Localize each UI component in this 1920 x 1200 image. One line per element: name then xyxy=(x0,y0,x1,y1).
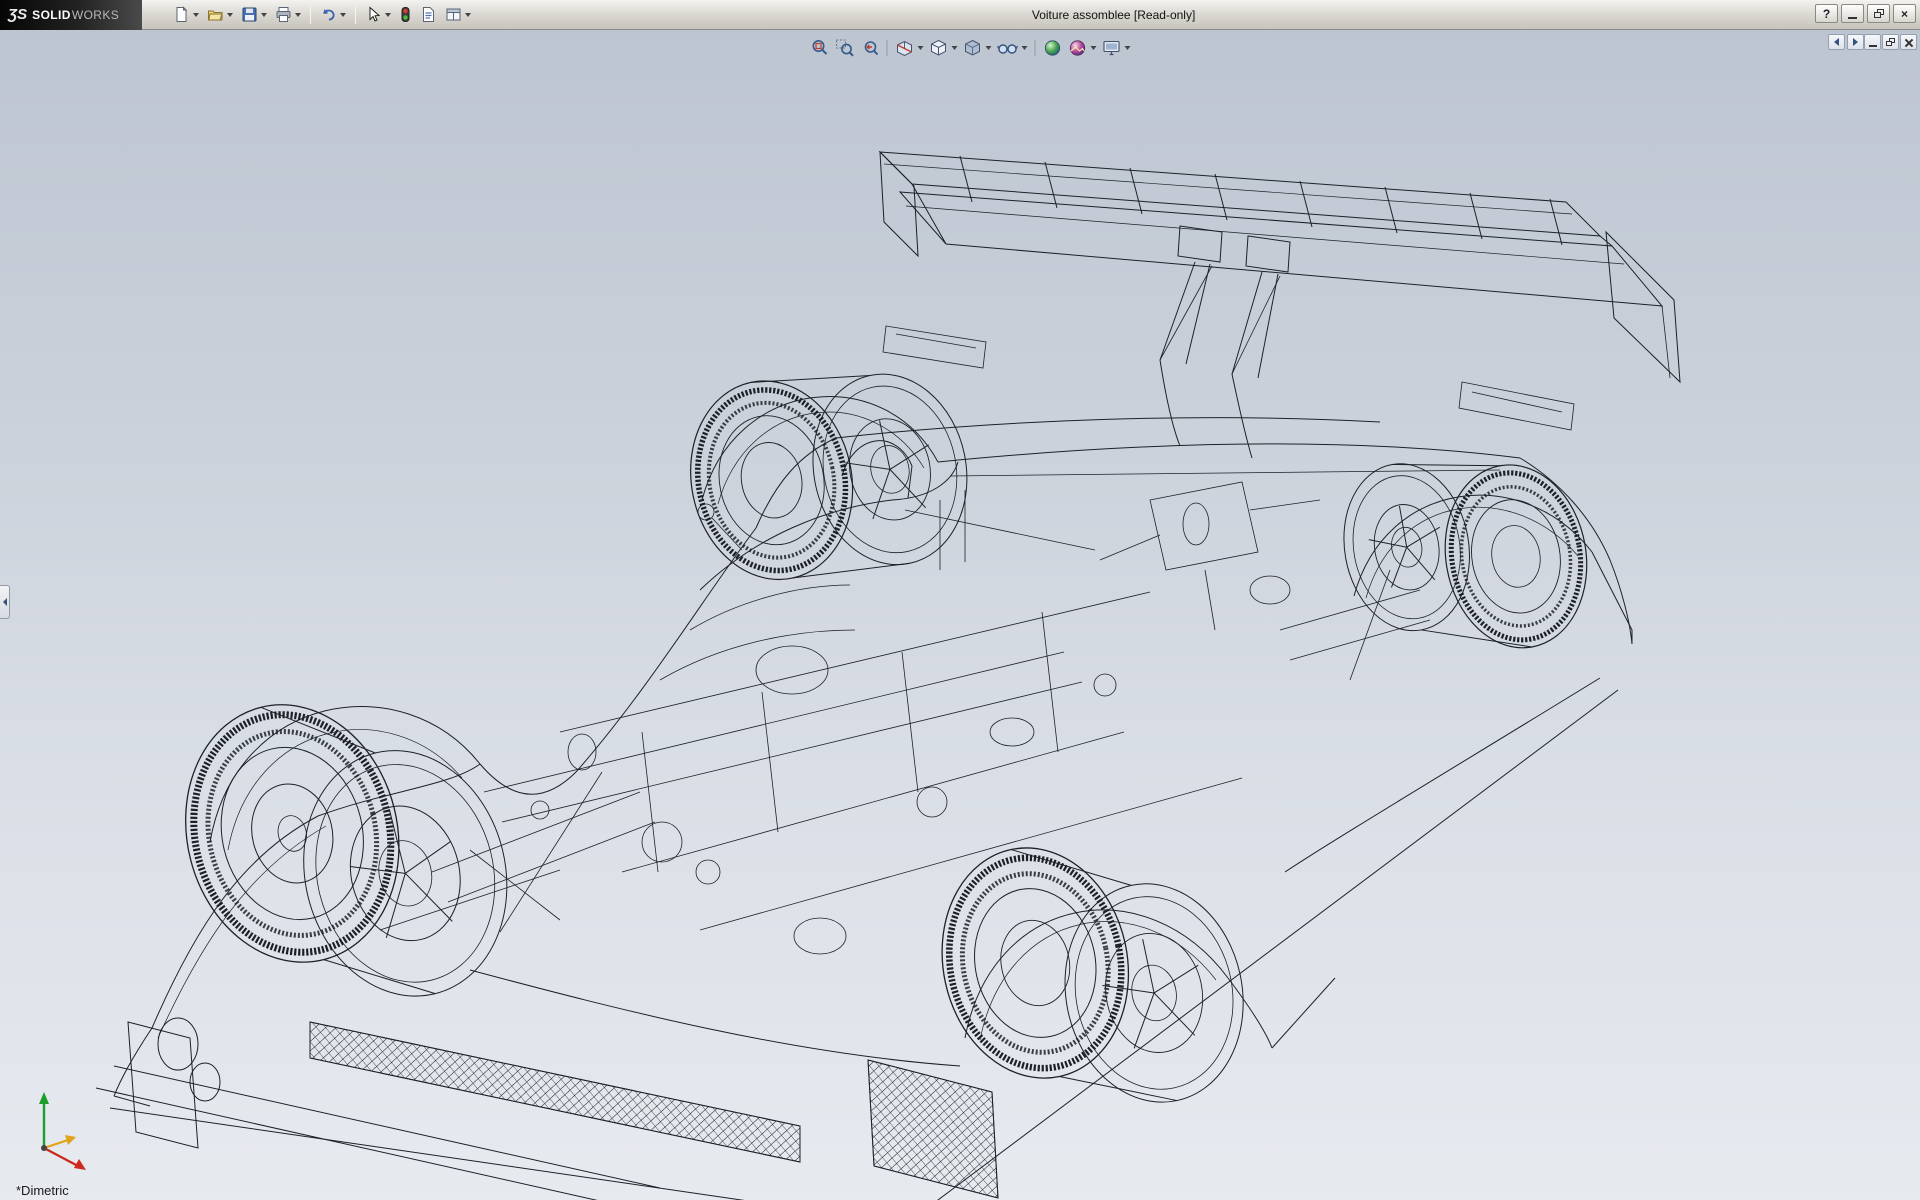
heads-up-view-toolbar xyxy=(802,35,1137,61)
zoom-to-fit-icon xyxy=(809,38,829,58)
rebuild-traffic-icon xyxy=(399,6,412,23)
dropdown-caret[interactable] xyxy=(340,13,346,17)
dropdown-caret[interactable] xyxy=(1090,46,1096,50)
graphics-area[interactable]: *Dimetric xyxy=(0,30,1920,1200)
dropdown-caret[interactable] xyxy=(1021,46,1027,50)
document-window-controls xyxy=(1864,34,1917,50)
options-grid-icon xyxy=(445,6,462,23)
wireframe-model[interactable] xyxy=(0,30,1920,1200)
apply-scene-button[interactable] xyxy=(1066,37,1097,59)
dropdown-caret[interactable] xyxy=(917,46,923,50)
hide-show-items-button[interactable] xyxy=(995,37,1028,59)
dropdown-caret[interactable] xyxy=(193,13,199,17)
new-button[interactable] xyxy=(170,3,202,27)
view-orientation-cube-icon xyxy=(928,38,948,58)
title-bar: ƷS SOLID WORKS xyxy=(0,0,1920,30)
mesh-panels xyxy=(310,1022,998,1198)
doc-restore-button[interactable] xyxy=(1882,34,1899,50)
dropdown-caret[interactable] xyxy=(985,46,991,50)
doc-minimize-button[interactable] xyxy=(1864,34,1881,50)
select-cursor-icon xyxy=(365,6,382,23)
restore-icon xyxy=(1874,9,1884,18)
open-folder-icon xyxy=(207,6,224,23)
save-button[interactable] xyxy=(238,3,270,27)
window-controls: ? × xyxy=(1815,4,1916,23)
zoom-to-area-button[interactable] xyxy=(833,37,855,59)
dropdown-caret[interactable] xyxy=(295,13,301,17)
dropdown-caret[interactable] xyxy=(385,13,391,17)
dropdown-caret[interactable] xyxy=(951,46,957,50)
display-style-icon xyxy=(962,38,982,58)
view-orientation-label: *Dimetric xyxy=(16,1183,69,1198)
undo-arrow-icon xyxy=(320,6,337,23)
close-button[interactable]: × xyxy=(1893,4,1916,23)
view-settings-button[interactable] xyxy=(1100,37,1131,59)
previous-view-button[interactable] xyxy=(858,37,880,59)
feature-pane-toggles xyxy=(1828,34,1864,50)
open-button[interactable] xyxy=(204,3,236,27)
minimize-button[interactable] xyxy=(1841,4,1864,23)
section-view-button[interactable] xyxy=(893,37,924,59)
save-floppy-icon xyxy=(241,6,258,23)
toolbar-separator xyxy=(1034,40,1035,56)
options-button[interactable] xyxy=(442,3,474,27)
main-toolbar xyxy=(170,3,474,27)
rebuild-button[interactable] xyxy=(396,3,415,27)
brand-works: WORKS xyxy=(72,8,119,22)
orientation-triad[interactable] xyxy=(16,1082,106,1172)
view-orientation-button[interactable] xyxy=(927,37,958,59)
edit-appearance-button[interactable] xyxy=(1041,37,1063,59)
collapse-panel-left-button[interactable] xyxy=(1828,34,1845,50)
view-settings-icon xyxy=(1101,38,1121,58)
minimize-icon xyxy=(1848,17,1857,19)
restore-icon xyxy=(1886,38,1895,46)
apply-scene-sphere-icon xyxy=(1067,38,1087,58)
toolbar-separator xyxy=(886,40,887,56)
toolbar-separator xyxy=(355,6,356,24)
undo-button[interactable] xyxy=(317,3,349,27)
dropdown-caret[interactable] xyxy=(227,13,233,17)
previous-view-icon xyxy=(859,38,879,58)
arrow-left-icon xyxy=(1834,38,1839,46)
solidworks-logo: ƷS SOLID WORKS xyxy=(0,0,142,30)
minimize-icon xyxy=(1869,45,1877,47)
rear-left-wheel xyxy=(673,342,985,604)
toolbar-separator xyxy=(310,6,311,24)
window-title: Voiture assomblee [Read-only] xyxy=(1032,8,1195,22)
select-button[interactable] xyxy=(362,3,394,27)
printer-icon xyxy=(275,6,292,23)
restore-button[interactable] xyxy=(1867,4,1890,23)
rear-wing xyxy=(880,152,1680,458)
close-icon xyxy=(1904,38,1913,47)
zoom-to-fit-button[interactable] xyxy=(808,37,830,59)
doc-close-button[interactable] xyxy=(1900,34,1917,50)
hide-show-glasses-icon xyxy=(996,38,1018,58)
front-left-wheel xyxy=(159,659,532,1043)
arrow-right-icon xyxy=(1853,38,1858,46)
new-document-icon xyxy=(173,6,190,23)
zoom-to-area-icon xyxy=(834,38,854,58)
solidworks-window: ƷS SOLID WORKS xyxy=(0,0,1920,1200)
collapse-panel-right-button[interactable] xyxy=(1847,34,1864,50)
help-button[interactable]: ? xyxy=(1815,4,1838,23)
collapsed-panel-tab[interactable] xyxy=(0,585,10,619)
dropdown-caret[interactable] xyxy=(261,13,267,17)
edit-appearance-sphere-icon xyxy=(1042,38,1062,58)
dropdown-caret[interactable] xyxy=(465,13,471,17)
brand-solid: SOLID xyxy=(32,8,71,22)
print-button[interactable] xyxy=(272,3,304,27)
file-properties-button[interactable] xyxy=(417,3,440,27)
3ds-logo-icon: ƷS xyxy=(8,6,27,23)
chassis-details xyxy=(380,326,1574,954)
section-view-icon xyxy=(894,38,914,58)
display-style-button[interactable] xyxy=(961,37,992,59)
file-properties-icon xyxy=(420,6,437,23)
arrow-left-icon xyxy=(3,598,7,606)
dropdown-caret[interactable] xyxy=(1124,46,1130,50)
